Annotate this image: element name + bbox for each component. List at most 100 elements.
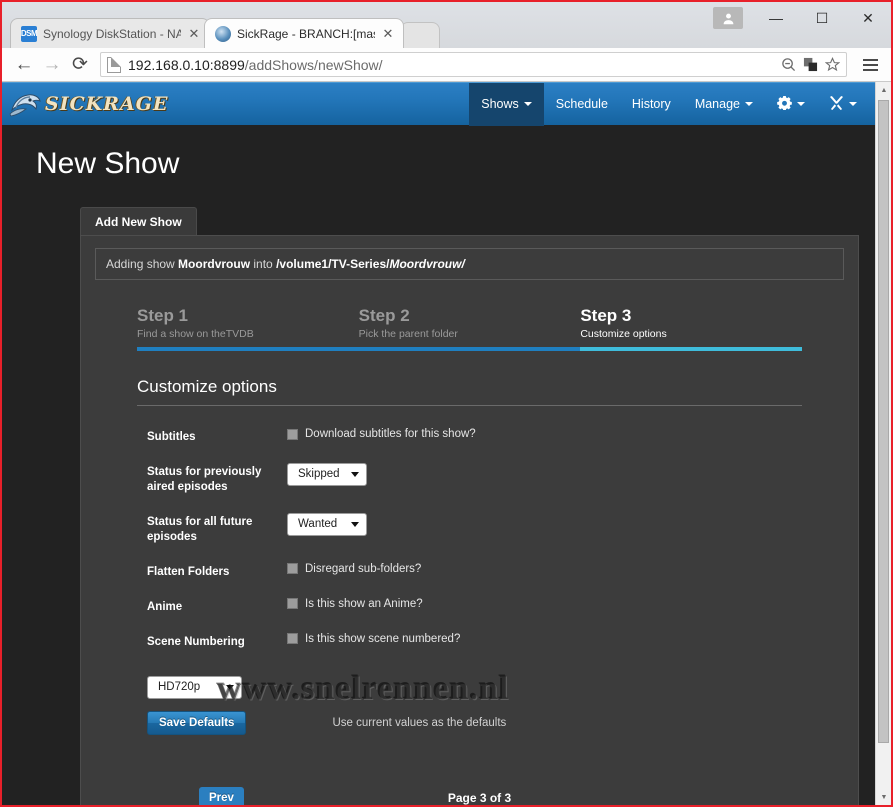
wizard-step-1[interactable]: Step 1 Find a show on theTVDB — [137, 306, 359, 347]
notice-path-folder: Moordvrouw/ — [389, 257, 465, 271]
field-label-status-previous: Status for previously aired episodes — [147, 465, 262, 493]
close-icon[interactable]: ✕ — [379, 25, 397, 43]
anime-checkbox-label: Is this show an Anime? — [305, 597, 423, 610]
customize-options-form: Subtitles Download subtitles for this sh… — [147, 428, 802, 805]
chevron-down-icon — [745, 102, 753, 106]
new-tab-button[interactable] — [400, 22, 440, 48]
field-label-scene-numbering: Scene Numbering — [147, 635, 245, 648]
nav-label: History — [631, 97, 671, 111]
adding-show-notice: Adding show Moordvrouw into /volume1/TV-… — [95, 248, 844, 280]
address-bar-url: 192.168.0.10:8899/addShows/newShow/ — [128, 56, 383, 73]
add-show-card: Adding show Moordvrouw into /volume1/TV-… — [80, 235, 859, 805]
address-bar[interactable]: 192.168.0.10:8899/addShows/newShow/ — [100, 52, 847, 77]
progress-completed — [137, 347, 581, 351]
close-button[interactable]: ✕ — [845, 3, 891, 33]
step-subtitle: Find a show on theTVDB — [137, 328, 254, 340]
step-subtitle: Customize options — [580, 328, 667, 340]
close-icon[interactable]: ✕ — [185, 25, 203, 43]
step-title: Step 2 — [358, 306, 410, 325]
step-title: Step 1 — [137, 306, 189, 325]
scene-numbering-checkbox-label: Is this show scene numbered? — [305, 632, 461, 645]
browser-tab-synology[interactable]: DSM Synology DiskStation - NA ✕ — [10, 18, 210, 48]
page-viewport: SICKRAGE Shows Schedule History Manage N… — [2, 82, 891, 805]
nav-item-manage[interactable]: Manage — [683, 83, 765, 126]
quality-select-wrap: HD720p — [147, 675, 242, 699]
page-title: New Show — [36, 147, 180, 180]
step-title: Step 3 — [580, 306, 632, 325]
wizard-step-2[interactable]: Step 2 Pick the parent folder — [359, 306, 581, 347]
nav-item-tools[interactable] — [817, 83, 869, 126]
sickrage-page: SICKRAGE Shows Schedule History Manage N… — [2, 82, 875, 805]
wizard-step-3[interactable]: Step 3 Customize options — [580, 306, 802, 347]
page-scrollbar[interactable]: ▲ ▼ — [875, 82, 891, 805]
scroll-up-icon[interactable]: ▲ — [876, 82, 891, 98]
gear-icon — [777, 95, 792, 113]
scene-numbering-checkbox[interactable] — [287, 633, 298, 645]
nav-item-history[interactable]: History — [620, 83, 683, 126]
shark-logo-icon — [8, 88, 42, 120]
browser-window: DSM Synology DiskStation - NA ✕ SickRage… — [0, 0, 893, 807]
app-nav: Shows Schedule History Manage — [469, 82, 875, 126]
status-future-select-wrap: Wanted — [287, 512, 367, 536]
browser-tab-title: SickRage - BRANCH:[mast — [237, 26, 375, 41]
forward-icon[interactable]: → — [38, 51, 66, 79]
zoom-out-icon[interactable] — [780, 57, 796, 73]
profile-icon[interactable] — [713, 7, 743, 29]
bookmark-star-icon[interactable] — [824, 57, 840, 73]
tab-strip: Add New Show — [2, 181, 875, 235]
notice-path: /volume1/TV-Series/ — [276, 257, 390, 271]
field-label-status-future: Status for all future episodes — [147, 515, 253, 543]
back-icon[interactable]: ← — [10, 51, 38, 79]
status-future-select[interactable]: Wanted — [287, 512, 367, 536]
notice-middle: into — [250, 257, 277, 271]
page-info-icon — [107, 56, 121, 73]
form-row-subtitles: Subtitles Download subtitles for this sh… — [147, 428, 802, 445]
nav-item-config[interactable] — [765, 83, 817, 126]
quality-select[interactable]: HD720p — [147, 675, 242, 699]
wizard-steps: Step 1 Find a show on theTVDB Step 2 Pic… — [137, 306, 802, 347]
tools-icon — [829, 95, 844, 113]
chevron-down-icon — [523, 102, 532, 106]
page-indicator: Page 3 of 3 — [447, 790, 512, 805]
dsm-icon: DSM — [21, 25, 38, 42]
minimize-button[interactable]: — — [753, 3, 799, 33]
address-bar-icons — [772, 57, 840, 73]
app-brand-name: SICKRAGE — [45, 93, 169, 115]
scroll-down-icon[interactable]: ▼ — [876, 789, 891, 805]
save-defaults-row: Save Defaults Use current values as the … — [147, 710, 802, 735]
nav-item-schedule[interactable]: Schedule — [544, 83, 620, 126]
wizard-footer-nav: Prev Page 3 of 3 — [199, 786, 760, 805]
subtitles-checkbox[interactable] — [287, 428, 298, 440]
anime-checkbox[interactable] — [287, 598, 298, 610]
nav-label: Schedule — [555, 97, 608, 111]
tab-add-new-show[interactable]: Add New Show — [80, 207, 197, 235]
translate-icon[interactable] — [802, 57, 818, 73]
notice-show-name: Moordvrouw — [178, 257, 251, 271]
chrome-menu-icon[interactable] — [857, 52, 883, 78]
form-row-anime: Anime Is this show an Anime? — [147, 598, 802, 615]
browser-tab-sickrage[interactable]: SickRage - BRANCH:[mast ✕ — [204, 18, 404, 48]
field-label-subtitles: Subtitles — [147, 431, 196, 443]
notice-prefix: Adding show — [106, 257, 179, 271]
browser-tab-title: Synology DiskStation - NA — [43, 26, 181, 41]
maximize-button[interactable]: ☐ — [799, 3, 845, 33]
form-row-quality: HD720p — [147, 675, 802, 699]
nav-item-shows[interactable]: Shows — [469, 82, 544, 126]
flatten-folders-checkbox-label: Disregard sub-folders? — [305, 562, 422, 575]
browser-tabstrip: DSM Synology DiskStation - NA ✕ SickRage… — [2, 2, 891, 48]
field-label-flatten-folders: Flatten Folders — [147, 565, 230, 578]
nav-label: Manage — [694, 97, 740, 111]
flatten-folders-checkbox[interactable] — [287, 563, 298, 575]
form-row-flatten-folders: Flatten Folders Disregard sub-folders? — [147, 563, 802, 580]
chevron-down-icon — [797, 102, 805, 106]
browser-toolbar: ← → ⟳ 192.168.0.10:8899/addShows/newShow… — [2, 48, 891, 82]
chevron-down-icon — [849, 102, 857, 106]
wizard-progress-bar — [137, 347, 802, 351]
field-label-anime: Anime — [147, 600, 183, 613]
section-title: Customize options — [137, 377, 802, 406]
app-logo[interactable]: SICKRAGE — [2, 88, 168, 120]
save-defaults-button[interactable]: Save Defaults — [147, 710, 247, 735]
scrollbar-thumb[interactable] — [878, 100, 889, 743]
status-previous-select[interactable]: Skipped — [287, 462, 367, 486]
reload-icon[interactable]: ⟳ — [66, 51, 94, 79]
